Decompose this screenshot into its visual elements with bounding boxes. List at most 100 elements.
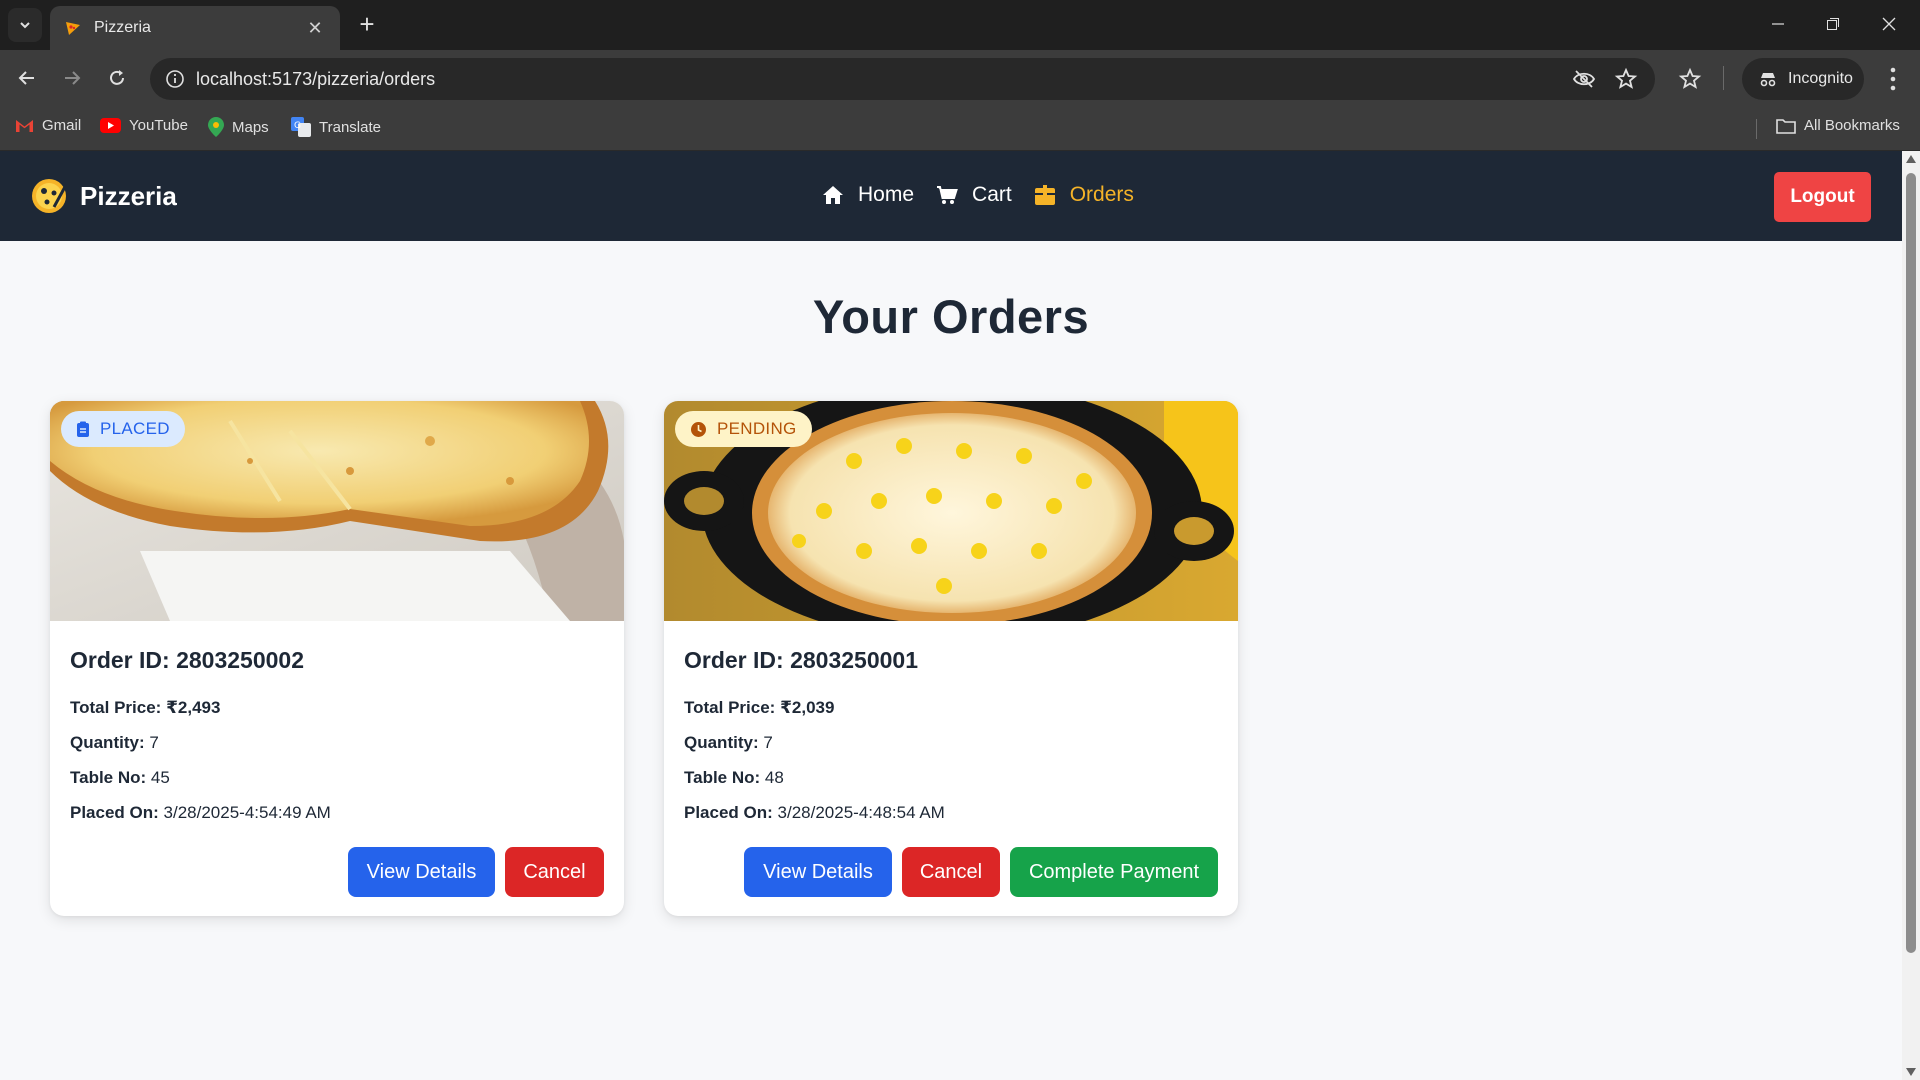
bookmark-label: Maps	[232, 118, 269, 136]
placed-on-row: Placed On: 3/28/2025-4:54:49 AM	[70, 803, 331, 823]
tab-search-button[interactable]	[8, 8, 42, 42]
restore-icon	[1827, 18, 1839, 30]
close-window-button[interactable]	[1866, 8, 1912, 40]
folder-icon	[1776, 118, 1796, 134]
complete-payment-button[interactable]: Complete Payment	[1010, 847, 1218, 897]
browser-tab-bar: Pizzeria ✕ +	[0, 0, 1920, 50]
placed-on-row: Placed On: 3/28/2025-4:48:54 AM	[684, 803, 945, 823]
table-label: Table No:	[70, 768, 147, 787]
all-bookmarks-button[interactable]: All Bookmarks	[1776, 117, 1900, 134]
browser-toolbar: localhost:5173/pizzeria/orders Incognito	[0, 50, 1920, 107]
table-value: 45	[150, 768, 170, 787]
clock-icon	[691, 421, 706, 437]
box-icon	[1034, 185, 1055, 205]
quantity-value: 7	[149, 733, 159, 752]
scroll-up-arrow-icon[interactable]	[1906, 155, 1916, 163]
bookmark-label: Translate	[319, 118, 381, 136]
view-details-button[interactable]: View Details	[348, 847, 495, 897]
table-label: Table No:	[684, 768, 761, 787]
nav-home-label: Home	[858, 183, 915, 206]
brand-name: Pizzeria	[80, 180, 177, 211]
bookmarks-bar: Gmail YouTube Maps G Translate All Bookm…	[0, 107, 1920, 151]
home-icon	[823, 186, 843, 204]
page-scrollbar[interactable]	[1902, 151, 1920, 1080]
table-row: Table No: 45	[70, 768, 170, 788]
status-badge: PLACED	[61, 411, 185, 447]
total-price-label: Total Price:	[70, 698, 162, 717]
page-viewport: Pizzeria Home Cart Orders Logout Your Or…	[0, 151, 1902, 1080]
placed-on-label: Placed On:	[70, 803, 159, 822]
quantity-value: 7	[763, 733, 773, 752]
total-price-label: Total Price:	[684, 698, 776, 717]
nav-cart[interactable]: Cart	[936, 183, 1012, 207]
toolbar-divider	[1723, 66, 1724, 90]
table-row: Table No: 48	[684, 768, 784, 788]
incognito-indicator[interactable]: Incognito	[1742, 58, 1864, 100]
bookmark-youtube[interactable]: YouTube	[100, 117, 188, 134]
gmail-icon	[16, 120, 33, 132]
bookmark-translate[interactable]: G Translate	[291, 117, 381, 137]
nav-orders-label: Orders	[1069, 183, 1134, 206]
order-id: Order ID: 2803250001	[684, 647, 918, 673]
eye-off-icon[interactable]	[1572, 67, 1596, 91]
quantity-label: Quantity:	[70, 733, 145, 752]
close-tab-icon[interactable]: ✕	[304, 18, 326, 39]
minimize-icon	[1772, 23, 1784, 25]
nav-orders[interactable]: Orders	[1034, 183, 1134, 207]
more-menu-icon[interactable]	[1880, 64, 1906, 94]
arrow-left-icon	[18, 71, 34, 85]
scrollbar-thumb[interactable]	[1906, 173, 1916, 953]
tab-title: Pizzeria	[94, 19, 151, 36]
translate-icon: G	[291, 117, 311, 137]
table-value: 48	[764, 768, 784, 787]
clipboard-icon	[77, 421, 89, 437]
new-tab-button[interactable]: +	[352, 10, 382, 40]
browser-tab[interactable]: Pizzeria ✕	[50, 6, 340, 50]
minimize-button[interactable]	[1755, 8, 1801, 40]
cancel-order-button[interactable]: Cancel	[902, 847, 1000, 897]
quantity-label: Quantity:	[684, 733, 759, 752]
scroll-down-arrow-icon[interactable]	[1906, 1068, 1916, 1076]
close-icon	[1882, 17, 1896, 31]
main-menu: Home Cart Orders	[822, 183, 1156, 207]
incognito-icon	[1760, 73, 1776, 87]
order-id: Order ID: 2803250002	[70, 647, 304, 673]
maps-pin-icon	[208, 117, 224, 137]
incognito-label: Incognito	[1788, 70, 1853, 87]
app-navbar: Pizzeria Home Cart Orders Logout	[0, 151, 1902, 241]
arrow-right-icon	[65, 71, 81, 85]
bookmark-star-icon[interactable]	[1678, 67, 1702, 91]
pizza-favicon-icon	[66, 22, 80, 35]
nav-home[interactable]: Home	[822, 183, 914, 207]
quantity-row: Quantity: 7	[684, 733, 773, 753]
status-text: PLACED	[100, 419, 170, 438]
view-details-button[interactable]: View Details	[744, 847, 892, 897]
reload-button[interactable]	[100, 61, 134, 95]
total-price-value: ₹2,039	[780, 698, 835, 717]
total-price-row: Total Price: ₹2,493	[70, 698, 220, 718]
page-title: Your Orders	[812, 290, 1090, 343]
restore-button[interactable]	[1810, 8, 1856, 40]
address-bar[interactable]: localhost:5173/pizzeria/orders	[150, 58, 1655, 100]
bookmark-label: YouTube	[129, 117, 188, 134]
reload-icon	[110, 70, 124, 85]
total-price-row: Total Price: ₹2,039	[684, 698, 834, 718]
order-card: PLACED Order ID: 2803250002 Total Price:…	[50, 401, 624, 916]
placed-on-value: 3/28/2025-4:54:49 AM	[163, 803, 331, 822]
cancel-order-button[interactable]: Cancel	[505, 847, 604, 897]
bookmark-label: Gmail	[42, 117, 82, 134]
youtube-icon	[100, 118, 121, 133]
star-icon[interactable]	[1614, 67, 1638, 91]
url-text[interactable]: localhost:5173/pizzeria/orders	[196, 69, 435, 90]
forward-button[interactable]	[55, 61, 89, 95]
brand[interactable]: Pizzeria	[30, 177, 177, 215]
back-button[interactable]	[10, 61, 44, 95]
pizza-logo-icon	[32, 179, 68, 213]
chevron-down-icon	[20, 22, 30, 29]
total-price-value: ₹2,493	[166, 698, 221, 717]
bookmark-maps[interactable]: Maps	[208, 117, 269, 137]
bookmark-gmail[interactable]: Gmail	[15, 117, 81, 134]
info-icon[interactable]	[164, 68, 186, 90]
logout-button[interactable]: Logout	[1774, 172, 1871, 222]
all-bookmarks-label: All Bookmarks	[1804, 117, 1900, 134]
